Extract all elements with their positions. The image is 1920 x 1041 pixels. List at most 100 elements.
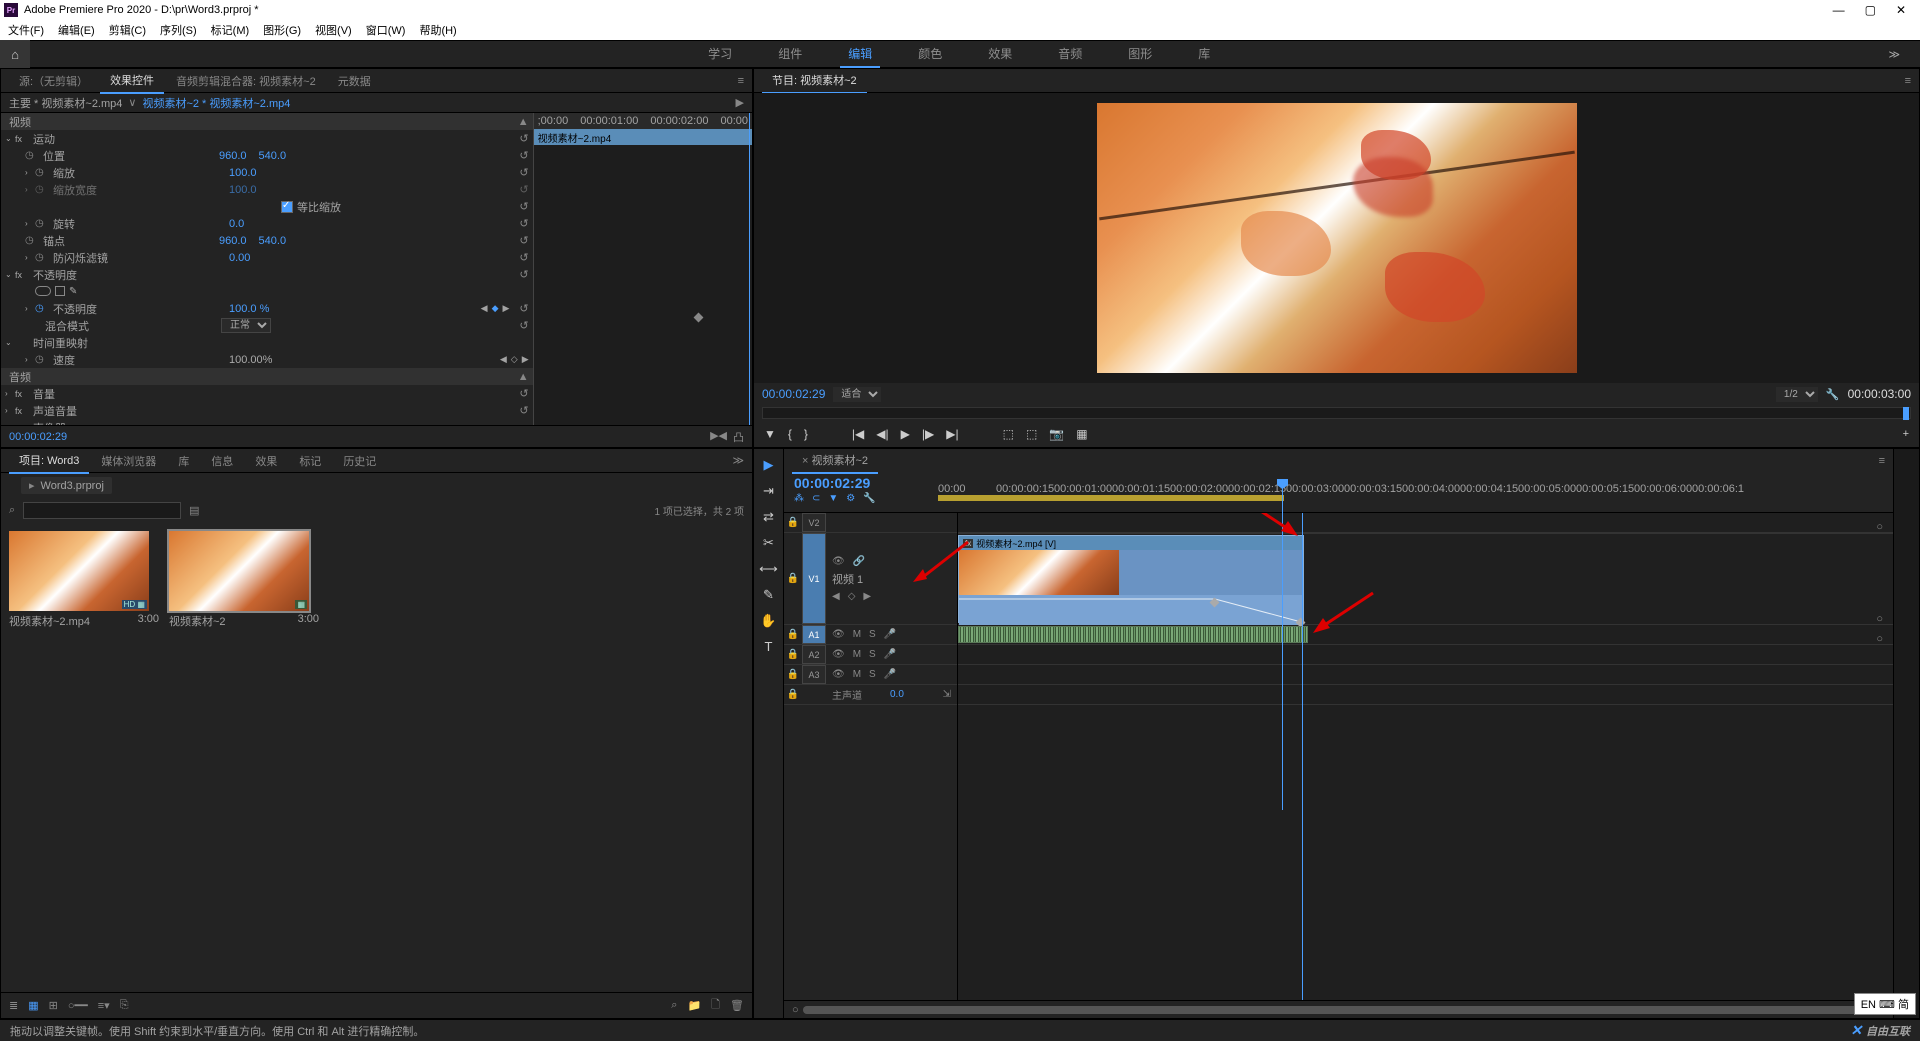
- settings-icon[interactable]: 🔧: [1826, 388, 1840, 401]
- reset-icon[interactable]: ↺: [519, 217, 528, 230]
- uniform-scale-checkbox[interactable]: [281, 201, 293, 213]
- menu-window[interactable]: 窗口(W): [366, 22, 406, 38]
- menu-graphics[interactable]: 图形(G): [263, 22, 301, 38]
- slip-tool-icon[interactable]: ⟷: [759, 561, 778, 577]
- minimize-button[interactable]: —: [1833, 3, 1845, 17]
- reset-icon[interactable]: ↺: [519, 251, 528, 264]
- program-timecode[interactable]: 00:00:02:29: [762, 387, 825, 401]
- ec-play-icon[interactable]: ▶: [736, 96, 744, 109]
- clip-keyframe-area[interactable]: [959, 595, 1303, 625]
- timeline-timecode[interactable]: 00:00:02:29: [794, 475, 938, 491]
- list-view-icon[interactable]: ≣: [9, 999, 18, 1012]
- ec-position-x[interactable]: 960.0: [219, 150, 247, 162]
- reset-icon[interactable]: ↺: [519, 166, 528, 179]
- ec-timeline-ruler[interactable]: ;00:0000:00:01:0000:00:02:0000:00: [534, 113, 752, 129]
- reset-icon[interactable]: ↺: [519, 404, 528, 417]
- project-item[interactable]: HD ▦ 视频素材~2.mp43:00: [9, 531, 159, 631]
- tab-source[interactable]: 源:（无剪辑）: [9, 69, 98, 93]
- ec-rotation-value[interactable]: 0.0: [229, 218, 244, 230]
- lock-icon[interactable]: 🔒: [784, 689, 802, 700]
- ime-indicator[interactable]: EN ⌨ 简: [1854, 993, 1916, 1015]
- marker-icon[interactable]: ▼: [764, 427, 776, 441]
- mask-ellipse-icon[interactable]: [35, 286, 51, 296]
- stopwatch-icon[interactable]: ◷: [35, 218, 49, 229]
- twirl-icon[interactable]: ⌄: [5, 134, 15, 143]
- track-target-a1[interactable]: A1: [802, 625, 826, 644]
- freeform-view-icon[interactable]: ⊞: [49, 999, 58, 1012]
- menu-clip[interactable]: 剪辑(C): [109, 22, 146, 38]
- go-to-in-icon[interactable]: |◀: [852, 427, 864, 441]
- tab-library[interactable]: 库: [168, 449, 199, 473]
- ec-position-y[interactable]: 540.0: [259, 150, 287, 162]
- tab-history[interactable]: 历史记: [333, 449, 386, 473]
- kf-add-icon[interactable]: ◇: [511, 354, 518, 365]
- lock-icon[interactable]: 🔒: [784, 649, 802, 660]
- kf-add-icon[interactable]: ◆: [492, 303, 499, 314]
- ec-timecode[interactable]: 00:00:02:29: [9, 431, 67, 443]
- zoom-slider[interactable]: ○━━: [68, 999, 88, 1012]
- kf-next-icon[interactable]: ▶: [522, 354, 529, 365]
- resolution-select[interactable]: 1/2: [1776, 387, 1818, 402]
- reset-icon[interactable]: ↺: [519, 149, 528, 162]
- ec-loop-icon[interactable]: ▶◀: [710, 429, 727, 445]
- tab-info[interactable]: 信息: [201, 449, 243, 473]
- settings-icon[interactable]: ⚙: [846, 493, 855, 504]
- step-forward-icon[interactable]: |▶: [922, 427, 934, 441]
- new-bin-icon[interactable]: 📁: [687, 999, 701, 1012]
- panel-menu-icon[interactable]: ≡: [1879, 455, 1885, 467]
- video-clip[interactable]: 视频素材~2.mp4 [V]: [958, 535, 1304, 623]
- program-canvas[interactable]: [754, 93, 1919, 383]
- track-target-v1[interactable]: V1: [802, 533, 826, 624]
- timeline-playhead[interactable]: [1282, 479, 1283, 810]
- tab-program[interactable]: 节目: 视频素材~2: [762, 68, 867, 94]
- ec-export-icon[interactable]: 凸: [733, 429, 744, 445]
- mask-pen-icon[interactable]: ✎: [69, 286, 77, 297]
- in-point-icon[interactable]: {: [788, 427, 792, 441]
- toggle-output-icon[interactable]: 👁: [832, 556, 845, 567]
- twirl-icon[interactable]: ⌄: [5, 270, 15, 279]
- ec-scale-value[interactable]: 100.0: [229, 167, 257, 179]
- workspace-color[interactable]: 颜色: [910, 41, 950, 68]
- delete-icon[interactable]: 🗑: [730, 999, 744, 1012]
- stopwatch-icon[interactable]: ◷: [35, 252, 49, 263]
- reset-icon[interactable]: ↺: [519, 200, 528, 213]
- out-point-icon[interactable]: }: [804, 427, 808, 441]
- marker-tool-icon[interactable]: ▼: [828, 493, 838, 504]
- workspace-learn[interactable]: 学习: [700, 41, 740, 68]
- playhead-line[interactable]: [1302, 513, 1303, 1000]
- zoom-out-icon[interactable]: ○: [792, 1004, 799, 1016]
- stopwatch-active-icon[interactable]: ◷: [35, 303, 49, 314]
- tab-media-browser[interactable]: 媒体浏览器: [91, 449, 166, 473]
- lock-icon[interactable]: 🔒: [784, 629, 802, 640]
- razor-tool-icon[interactable]: ✂: [763, 535, 774, 551]
- workspace-graphics[interactable]: 图形: [1120, 41, 1160, 68]
- stopwatch-icon[interactable]: ◷: [25, 235, 39, 246]
- menu-help[interactable]: 帮助(H): [419, 22, 456, 38]
- reset-icon[interactable]: ↺: [519, 319, 528, 332]
- project-item-selected[interactable]: ▦ 视频素材~23:00: [169, 531, 319, 631]
- wrench-icon[interactable]: 🔧: [863, 493, 875, 504]
- twirl-icon[interactable]: ›: [25, 168, 35, 177]
- twirl-icon[interactable]: ⌄: [5, 338, 15, 347]
- stopwatch-icon[interactable]: ◷: [35, 184, 49, 195]
- menu-view[interactable]: 视图(V): [315, 22, 352, 38]
- timeline-zoom-scrollbar[interactable]: [803, 1006, 1875, 1014]
- icon-view-icon[interactable]: ▦: [28, 999, 38, 1012]
- ec-anchor-x[interactable]: 960.0: [219, 235, 247, 247]
- comparison-icon[interactable]: ▦: [1076, 427, 1087, 441]
- workspace-effects[interactable]: 效果: [980, 41, 1020, 68]
- reset-icon[interactable]: ↺: [519, 234, 528, 247]
- fit-select[interactable]: 适合: [833, 387, 881, 402]
- mask-rect-icon[interactable]: [55, 286, 65, 296]
- ec-flicker-value[interactable]: 0.00: [229, 252, 250, 264]
- ec-ch-volume[interactable]: 声道音量: [29, 403, 209, 419]
- master-volume[interactable]: 0.0: [890, 689, 904, 700]
- reset-icon[interactable]: ↺: [519, 132, 528, 145]
- export-frame-icon[interactable]: 📷: [1049, 427, 1064, 441]
- step-back-icon[interactable]: ◀|: [876, 427, 888, 441]
- lift-icon[interactable]: ⬚: [1003, 427, 1014, 441]
- program-scrubber[interactable]: [762, 407, 1911, 419]
- reset-icon[interactable]: ↺: [519, 183, 528, 196]
- panel-menu-icon[interactable]: ≫: [732, 454, 744, 467]
- linked-selection-icon[interactable]: ⊂: [812, 493, 820, 504]
